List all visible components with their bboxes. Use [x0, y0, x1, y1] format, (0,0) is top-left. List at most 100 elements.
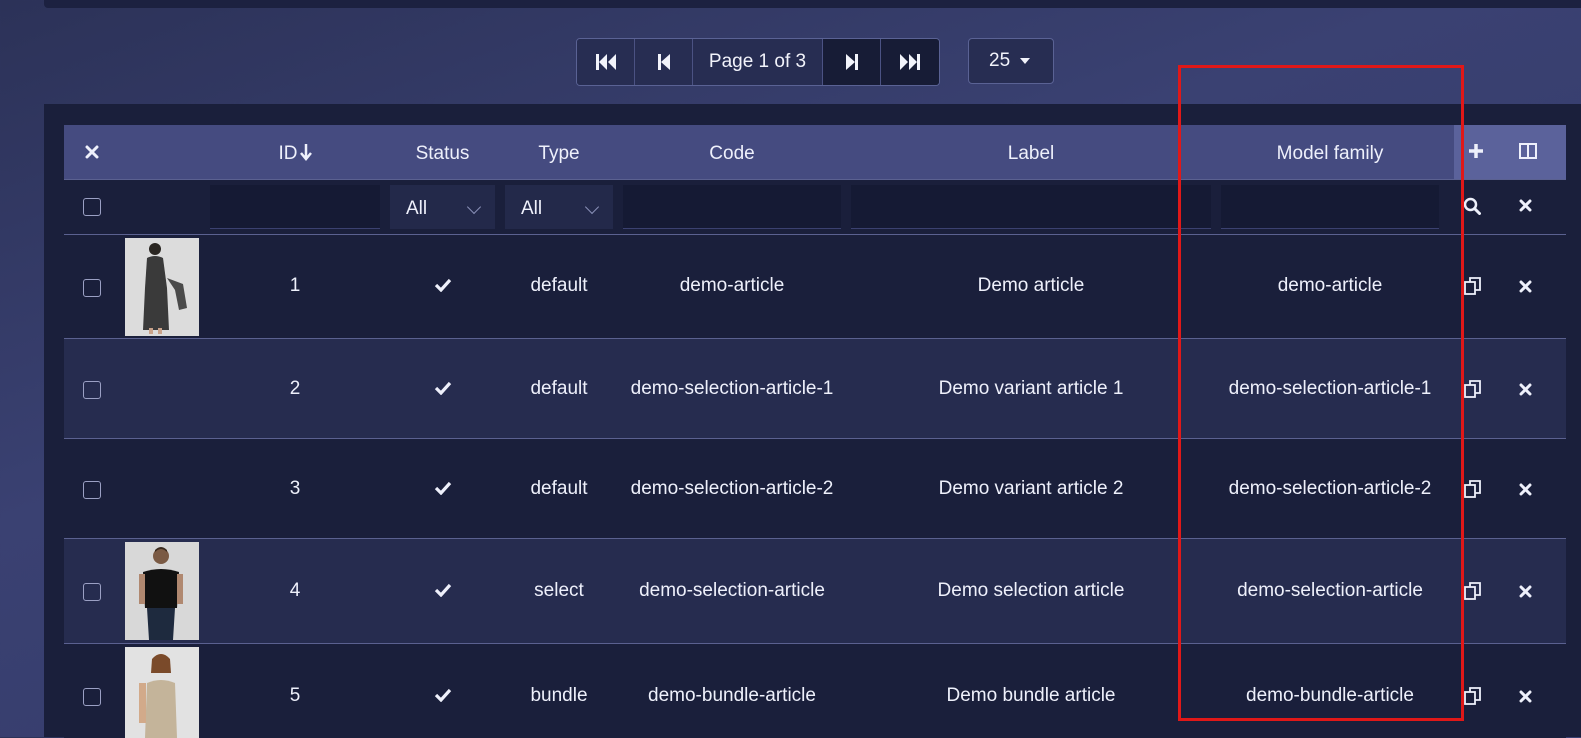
column-header-id[interactable]: ID: [210, 125, 380, 179]
checkmark-icon: [434, 583, 451, 598]
skip-last-icon: [900, 54, 920, 70]
per-page-value: 25: [989, 50, 1011, 71]
table-row[interactable]: 5 bundle demo-bundle-article Demo bundle…: [64, 643, 1566, 738]
search-button[interactable]: [1463, 197, 1481, 220]
sort-descending-icon: [299, 144, 312, 161]
duplicate-button[interactable]: [1464, 380, 1482, 403]
duplicate-button[interactable]: [1464, 687, 1482, 710]
id-cell: 3: [289, 478, 301, 499]
close-icon: [1519, 690, 1532, 703]
table-row[interactable]: 3 default demo-selection-article-2 Demo …: [64, 438, 1566, 539]
add-button[interactable]: [1461, 125, 1491, 179]
code-cell: demo-selection-article-2: [630, 478, 834, 499]
table-header: ID Status Type Code Label Model family: [64, 125, 1566, 179]
first-page-button[interactable]: [577, 39, 635, 85]
model-family-cell: demo-selection-article-2: [1228, 478, 1432, 499]
code-cell: demo-selection-article-1: [630, 378, 834, 399]
id-filter-input[interactable]: [210, 185, 380, 229]
delete-button[interactable]: [1519, 483, 1532, 501]
status-cell: [390, 581, 495, 603]
column-header-status[interactable]: Status: [390, 125, 495, 179]
checkmark-icon: [434, 278, 451, 293]
copy-icon: [1464, 582, 1481, 600]
clear-selection-button[interactable]: [77, 125, 107, 179]
checkmark-icon: [434, 381, 451, 396]
type-cell: default: [530, 275, 588, 296]
chevron-down-icon: [466, 199, 482, 215]
column-header-model-family[interactable]: Model family: [1221, 125, 1439, 179]
id-cell: 1: [289, 275, 301, 296]
top-panel-edge: [44, 0, 1581, 8]
skip-previous-icon: [657, 54, 670, 70]
search-icon: [1463, 197, 1481, 215]
column-header-code[interactable]: Code: [623, 125, 841, 179]
label-cell: Demo bundle article: [946, 685, 1116, 706]
columns-icon: [1519, 143, 1537, 159]
previous-page-button[interactable]: [635, 39, 693, 85]
status-cell: [390, 686, 495, 708]
copy-icon: [1464, 480, 1481, 498]
plus-icon: [1469, 144, 1483, 158]
next-page-button[interactable]: [823, 39, 881, 85]
label-cell: Demo selection article: [937, 580, 1125, 601]
status-filter-value: All: [406, 198, 428, 219]
chevron-down-icon: [584, 199, 600, 215]
product-thumbnail: [125, 542, 199, 640]
duplicate-button[interactable]: [1464, 277, 1482, 300]
id-cell: 4: [289, 580, 301, 601]
table-row[interactable]: 2 default demo-selection-article-1 Demo …: [64, 338, 1566, 439]
column-header-type[interactable]: Type: [505, 125, 613, 179]
row-checkbox[interactable]: [83, 481, 101, 499]
delete-button[interactable]: [1519, 280, 1532, 298]
id-cell: 5: [289, 685, 301, 706]
select-all-checkbox[interactable]: [83, 198, 101, 216]
copy-icon: [1464, 380, 1481, 398]
row-checkbox[interactable]: [83, 381, 101, 399]
copy-icon: [1464, 277, 1481, 295]
clear-filters-button[interactable]: [1519, 199, 1532, 217]
column-header-label[interactable]: Label: [851, 125, 1211, 179]
code-cell: demo-article: [679, 275, 785, 296]
label-cell: Demo variant article 1: [938, 378, 1124, 399]
per-page-select[interactable]: 25: [968, 38, 1054, 84]
status-cell: [390, 379, 495, 401]
row-checkbox[interactable]: [83, 583, 101, 601]
model-family-cell: demo-selection-article: [1237, 580, 1423, 601]
checkmark-icon: [434, 688, 451, 703]
duplicate-button[interactable]: [1464, 582, 1482, 605]
type-cell: bundle: [530, 685, 588, 706]
model-family-cell: demo-bundle-article: [1246, 685, 1414, 706]
label-filter-input[interactable]: [851, 185, 1211, 229]
last-page-button[interactable]: [881, 39, 939, 85]
row-checkbox[interactable]: [83, 279, 101, 297]
close-icon: [1519, 383, 1532, 396]
status-cell: [390, 276, 495, 298]
type-cell: default: [530, 478, 588, 499]
code-filter-input[interactable]: [623, 185, 841, 229]
delete-button[interactable]: [1519, 690, 1532, 708]
row-checkbox[interactable]: [83, 688, 101, 706]
page-info: Page 1 of 3: [693, 39, 823, 85]
table-row[interactable]: 1 default demo-article Demo article demo…: [64, 234, 1566, 339]
status-filter-select[interactable]: All: [390, 185, 495, 229]
delete-button[interactable]: [1519, 585, 1532, 603]
filter-row: All All: [64, 179, 1566, 235]
model-family-cell: demo-article: [1277, 275, 1383, 296]
columns-toggle-button[interactable]: [1513, 125, 1543, 179]
table-row[interactable]: 4 select demo-selection-article Demo sel…: [64, 538, 1566, 644]
label-cell: Demo article: [977, 275, 1085, 296]
status-cell: [390, 479, 495, 501]
delete-button[interactable]: [1519, 383, 1532, 401]
product-thumbnail: [125, 238, 199, 336]
id-cell: 2: [289, 378, 301, 399]
caret-down-icon: [1020, 58, 1031, 64]
pagination: Page 1 of 3: [576, 38, 940, 86]
checkmark-icon: [434, 481, 451, 496]
copy-icon: [1464, 687, 1481, 705]
type-filter-select[interactable]: All: [505, 185, 613, 229]
type-cell: select: [534, 580, 584, 601]
duplicate-button[interactable]: [1464, 480, 1482, 503]
model-family-filter-input[interactable]: [1221, 185, 1439, 229]
skip-next-icon: [845, 54, 858, 70]
close-icon: [85, 145, 99, 159]
